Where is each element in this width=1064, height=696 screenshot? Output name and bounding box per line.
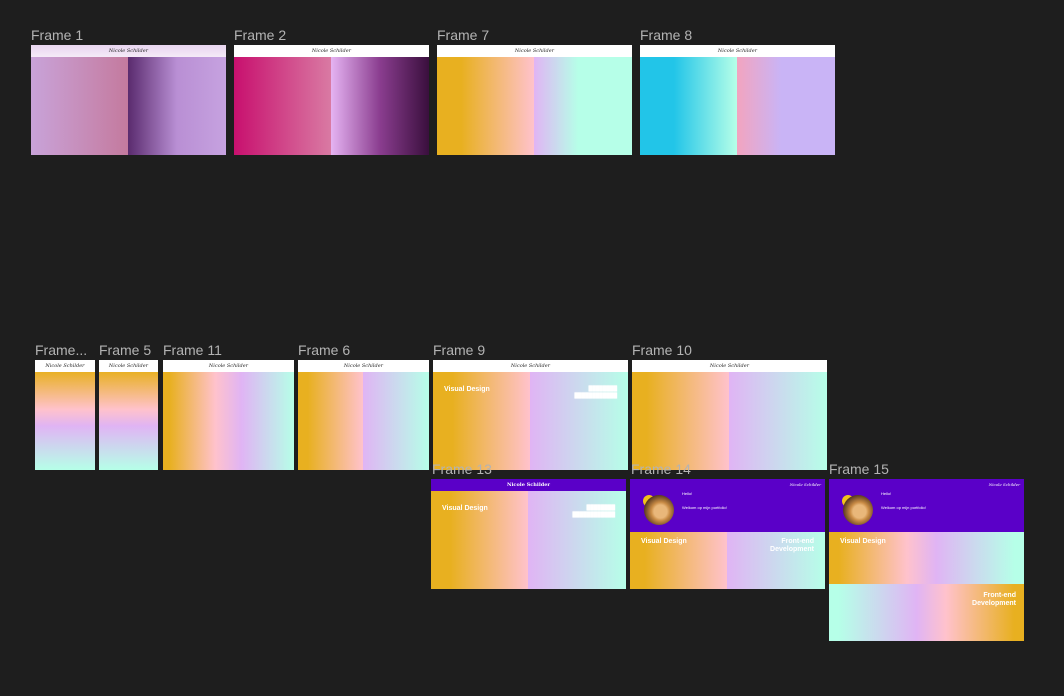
frame-15[interactable]: Nicole Schilder Hello! Welkom op mijn po…: [829, 479, 1024, 641]
frame-label-1[interactable]: Frame 1: [31, 27, 83, 43]
avatar: [644, 495, 674, 525]
frame-5[interactable]: Nicole Schilder: [99, 360, 158, 470]
frame-9-topbar: Nicole Schilder: [433, 360, 628, 372]
signature: Nicole Schilder: [717, 48, 758, 54]
frame-label-13[interactable]: Frame 13: [432, 461, 492, 477]
frame-4-topbar: Nicole Schilder: [35, 360, 95, 372]
blurred-text-1: ████████: [586, 505, 615, 511]
frame-label-11[interactable]: Frame 11: [163, 342, 222, 358]
frame-7-right: [534, 45, 632, 155]
frame-2-topbar: Nicole Schilder: [234, 45, 429, 57]
frame-7-topbar: Nicole Schilder: [437, 45, 632, 57]
frame-7[interactable]: Nicole Schilder: [437, 45, 632, 155]
frontend-line-1: Front-end: [781, 538, 814, 545]
welcome-text: Welkom op mijn portfolio!: [682, 505, 727, 510]
visual-design-title: Visual Design: [444, 386, 490, 393]
frame-label-14[interactable]: Frame 14: [631, 461, 691, 477]
hello-text: Hello!: [881, 491, 892, 496]
frame-6-right: [363, 360, 429, 470]
frame-1-right: [128, 45, 226, 155]
frontend-line-2: Development: [770, 546, 814, 553]
frame-label-6[interactable]: Frame 6: [298, 342, 350, 358]
frame-8[interactable]: Nicole Schilder: [640, 45, 835, 155]
frontend-line-1: Front-end: [983, 592, 1016, 599]
blurred-text-1: ████████: [588, 386, 617, 392]
signature: Nicole Schilder: [108, 48, 149, 54]
frame-6-left: [298, 360, 363, 470]
signature: Nicole Schilder: [709, 363, 750, 369]
frame-14[interactable]: Nicole Schilder Hello! Welkom op mijn po…: [630, 479, 825, 589]
frame-1-topbar: Nicole Schilder: [31, 45, 226, 57]
frame-6[interactable]: Nicole Schilder: [298, 360, 429, 470]
frame-2-left: [234, 45, 331, 155]
frame-10-left: [632, 360, 729, 470]
frame-8-right: [737, 45, 835, 155]
frame-10-topbar: Nicole Schilder: [632, 360, 827, 372]
frame-6-topbar: Nicole Schilder: [298, 360, 429, 372]
frame-4[interactable]: Nicole Schilder: [35, 360, 95, 470]
blurred-text-2: ████████████: [574, 393, 617, 399]
frame-1[interactable]: Nicole Schilder: [31, 45, 226, 155]
signature: Nicole Schilder: [514, 48, 555, 54]
frame-9-right: [530, 360, 628, 470]
frame-8-topbar: Nicole Schilder: [640, 45, 835, 57]
frame-label-9[interactable]: Frame 9: [433, 342, 485, 358]
frame-11[interactable]: Nicole Schilder: [163, 360, 294, 470]
frontend-line-2: Development: [972, 600, 1016, 607]
frame-label-15[interactable]: Frame 15: [829, 461, 889, 477]
frame-label-8[interactable]: Frame 8: [640, 27, 692, 43]
visual-design-title: Visual Design: [840, 538, 886, 545]
avatar: [843, 495, 873, 525]
welcome-text: Welkom op mijn portfolio!: [881, 505, 926, 510]
signature: Nicole Schilder: [343, 363, 384, 369]
signature: Nicole Schilder: [510, 363, 551, 369]
signature: Nicole Schilder: [108, 363, 149, 369]
signature: Nicole Schilder: [45, 363, 85, 369]
frame-13-left: [431, 479, 528, 589]
frame-13[interactable]: Nicole Schilder Visual Design ████████ █…: [431, 479, 626, 589]
header-bar: Nicole Schilder: [431, 479, 626, 491]
frame-label-10[interactable]: Frame 10: [632, 342, 692, 358]
frame-10[interactable]: Nicole Schilder: [632, 360, 827, 470]
signature-small: Nicole Schilder: [789, 482, 821, 487]
frame-13-right: [528, 479, 626, 589]
blurred-text-2: ████████████: [572, 512, 615, 518]
signature: Nicole Schilder: [311, 48, 352, 54]
header-name: Nicole Schilder: [506, 482, 551, 488]
hello-text: Hello!: [682, 491, 693, 496]
frame-9[interactable]: Nicole Schilder Visual Design ████████ █…: [433, 360, 628, 470]
signature-small: Nicole Schilder: [988, 482, 1020, 487]
frame-11-topbar: Nicole Schilder: [163, 360, 294, 372]
signature: Nicole Schilder: [208, 363, 249, 369]
frame-7-left: [437, 45, 534, 155]
frame-label-5[interactable]: Frame 5: [99, 342, 151, 358]
frame-8-left: [640, 45, 737, 155]
frame-10-right: [729, 360, 827, 470]
frame-2-right: [331, 45, 429, 155]
frame-2[interactable]: Nicole Schilder: [234, 45, 429, 155]
frame-label-7[interactable]: Frame 7: [437, 27, 489, 43]
frame-5-topbar: Nicole Schilder: [99, 360, 158, 372]
frame-9-left: [433, 360, 530, 470]
frame-label-4[interactable]: Frame...: [35, 342, 87, 358]
visual-design-title: Visual Design: [641, 538, 687, 545]
visual-design-title: Visual Design: [442, 505, 488, 512]
frame-label-2[interactable]: Frame 2: [234, 27, 286, 43]
frame-1-left: [31, 45, 128, 155]
